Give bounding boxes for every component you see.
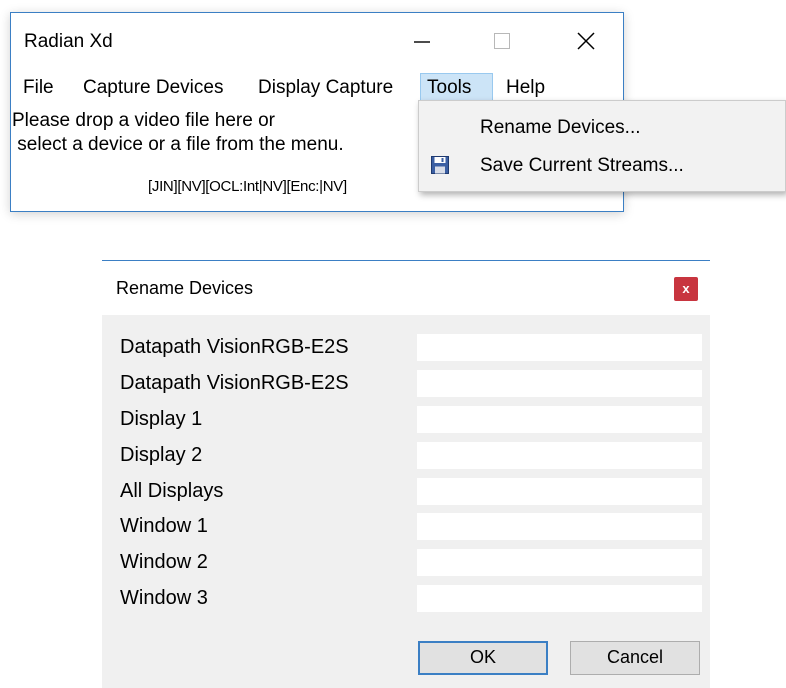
device-label: Window 3 — [120, 587, 208, 609]
device-label: All Displays — [120, 480, 224, 502]
device-name-input[interactable] — [417, 549, 702, 576]
ok-button[interactable]: OK — [418, 641, 548, 675]
dialog-title: Rename Devices — [116, 278, 254, 298]
menu-item-label: Rename Devices... — [480, 117, 641, 138]
device-row: Datapath VisionRGB-E2S — [102, 334, 710, 364]
floppy-disk-icon — [431, 156, 449, 174]
minimize-button[interactable] — [399, 13, 445, 71]
device-row: Window 3 — [102, 585, 710, 615]
menu-capture-devices[interactable]: Capture Devices — [77, 73, 229, 103]
device-row: Window 2 — [102, 549, 710, 579]
tools-dropdown: Rename Devices... Save Current Streams..… — [418, 100, 786, 192]
menu-bar: File Capture Devices Display Capture Too… — [11, 73, 623, 103]
drop-instructions: Please drop a video file here or select … — [12, 109, 344, 157]
close-button[interactable] — [563, 13, 609, 71]
rename-devices-dialog: Rename Devices x Datapath VisionRGB-E2S … — [102, 260, 710, 688]
menu-help[interactable]: Help — [500, 73, 551, 103]
dialog-title-bar: Rename Devices x — [102, 261, 710, 315]
menu-tools[interactable]: Tools — [420, 73, 493, 103]
minimize-icon — [414, 41, 430, 43]
close-icon — [577, 32, 595, 50]
device-label: Window 2 — [120, 551, 208, 573]
device-row: Datapath VisionRGB-E2S — [102, 370, 710, 400]
device-label: Window 1 — [120, 515, 208, 537]
status-text: [JIN][NV][OCL:Int|NV][Enc:|NV] — [148, 178, 347, 195]
drop-text-line2: select a device or a file from the menu. — [12, 134, 344, 155]
device-name-input[interactable] — [417, 585, 702, 612]
device-label: Display 2 — [120, 444, 203, 466]
title-bar: Radian Xd — [11, 13, 623, 71]
device-name-input[interactable] — [417, 406, 702, 433]
dialog-close-button[interactable]: x — [674, 277, 698, 301]
menu-item-rename-devices[interactable]: Rename Devices... — [419, 111, 785, 147]
device-name-input[interactable] — [417, 513, 702, 540]
app-title: Radian Xd — [24, 31, 113, 52]
device-name-input[interactable] — [417, 442, 702, 469]
menu-item-save-current-streams[interactable]: Save Current Streams... — [419, 149, 785, 185]
device-row: All Displays — [102, 478, 710, 508]
drop-text-line1: Please drop a video file here or — [12, 110, 275, 131]
maximize-button[interactable] — [479, 13, 525, 71]
device-label: Display 1 — [120, 408, 203, 430]
device-row: Display 1 — [102, 406, 710, 436]
device-label: Datapath VisionRGB-E2S — [120, 336, 349, 358]
device-name-input[interactable] — [417, 370, 702, 397]
device-label: Datapath VisionRGB-E2S — [120, 372, 349, 394]
device-row: Window 1 — [102, 513, 710, 543]
maximize-icon — [494, 33, 510, 49]
device-name-input[interactable] — [417, 478, 702, 505]
menu-file[interactable]: File — [17, 73, 60, 103]
menu-item-label: Save Current Streams... — [480, 155, 684, 176]
menu-display-capture[interactable]: Display Capture — [252, 73, 399, 103]
device-row: Display 2 — [102, 442, 710, 472]
cancel-button[interactable]: Cancel — [570, 641, 700, 675]
device-name-input[interactable] — [417, 334, 702, 361]
